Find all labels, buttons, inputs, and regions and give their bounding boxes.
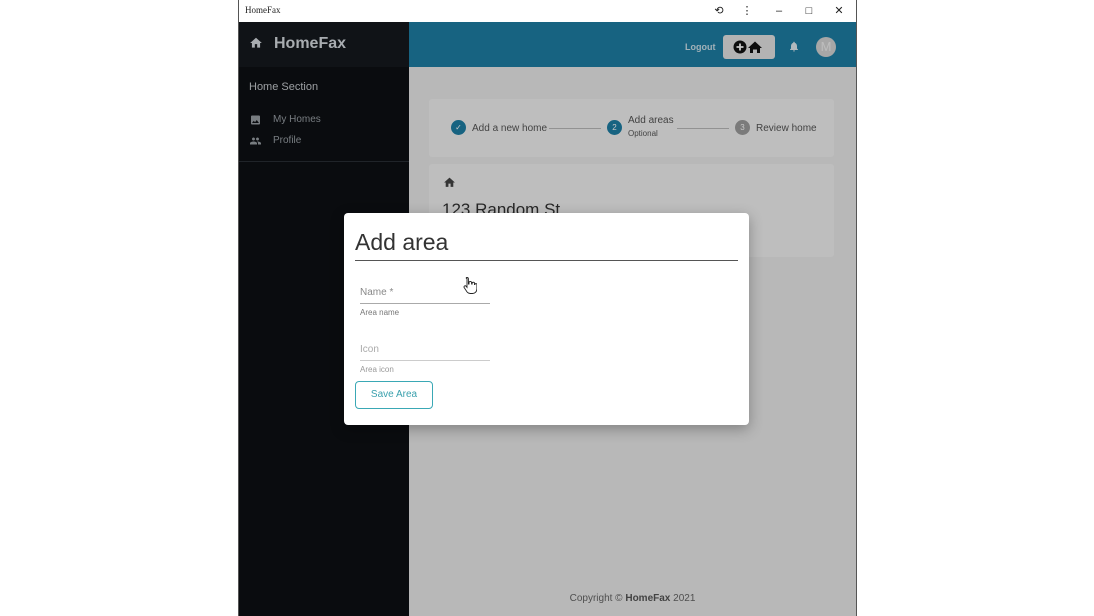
name-field-underline [360, 303, 490, 304]
dialog-title: Add area [355, 229, 449, 255]
more-icon[interactable]: ⋮ [739, 3, 755, 19]
window-titlebar: HomeFax ⟲ ⋮ – □ ✕ [239, 0, 856, 23]
window-title: HomeFax [245, 5, 281, 15]
maximize-icon[interactable]: □ [801, 3, 817, 19]
icon-field[interactable]: Icon Area icon [360, 344, 490, 376]
minimize-icon[interactable]: – [771, 3, 787, 19]
save-area-button[interactable]: Save Area [355, 381, 433, 409]
close-icon[interactable]: ✕ [831, 3, 847, 19]
history-icon[interactable]: ⟲ [711, 3, 727, 19]
icon-field-underline [360, 360, 490, 361]
hand-cursor-icon [463, 277, 477, 294]
name-field-helper: Area name [360, 308, 400, 317]
add-area-dialog: Add area Name * Area name Icon Area icon… [344, 213, 749, 425]
dialog-title-divider [355, 260, 738, 261]
icon-input[interactable] [360, 344, 490, 360]
icon-field-helper: Area icon [360, 365, 394, 374]
